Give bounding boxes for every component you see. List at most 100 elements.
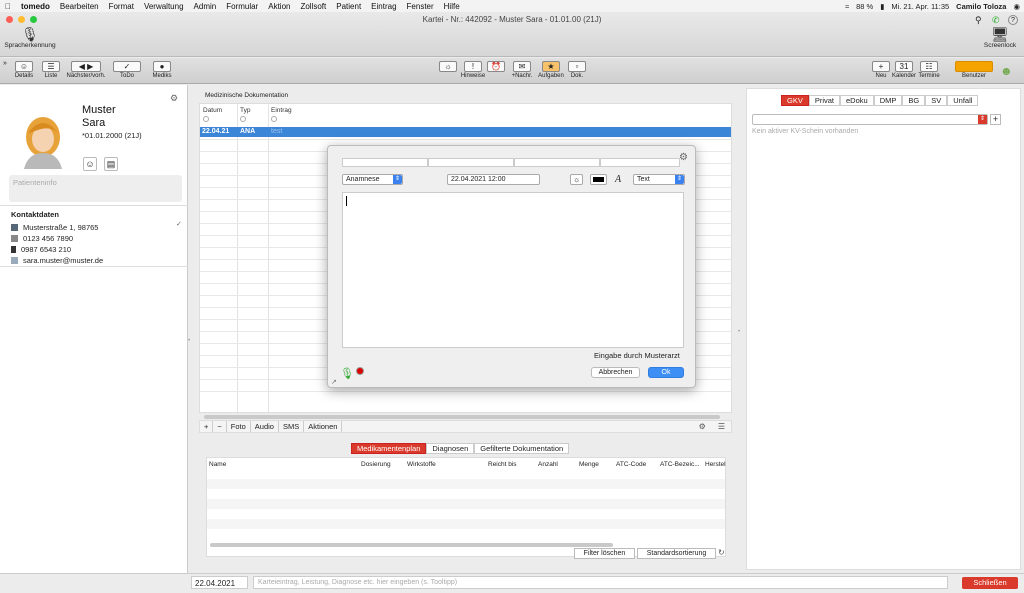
toolbar-details[interactable]: ☺ Details xyxy=(12,61,36,79)
sms-button[interactable]: SMS xyxy=(279,421,305,432)
toolbar-sun[interactable]: ☼ xyxy=(437,61,459,73)
col-atc-bezeichnung[interactable]: ATC-Bezeic... xyxy=(660,461,700,468)
close-button[interactable]: Schließen xyxy=(962,577,1018,589)
contact-phone[interactable]: 0123 456 7890 xyxy=(11,234,73,243)
entry-type-select[interactable]: Anamnese ⇕ xyxy=(342,174,403,185)
screenlock-button[interactable]: 🖥 Screenlock xyxy=(978,26,1022,49)
aktionen-button[interactable]: Aktionen xyxy=(304,421,343,432)
contact-email[interactable]: sara.muster@muster.de xyxy=(11,256,103,265)
splitter-handle-icon[interactable]: • xyxy=(738,329,740,335)
toolbar-hinweise[interactable]: ! Hinweise xyxy=(459,61,487,79)
filter-eintrag[interactable] xyxy=(271,116,277,122)
table-row[interactable] xyxy=(207,479,725,489)
col-reicht-bis[interactable]: Reicht bis xyxy=(488,461,517,468)
kv-schein-select[interactable]: ⇕ xyxy=(752,114,988,125)
horizontal-scrollbar[interactable] xyxy=(204,415,720,419)
settings-icon[interactable]: ☼ xyxy=(570,174,583,185)
menu-verwaltung[interactable]: Verwaltung xyxy=(139,2,189,11)
toolbar-aufgaben[interactable]: ★ Aufgaben xyxy=(536,61,566,79)
tab-unfall[interactable]: Unfall xyxy=(947,95,979,106)
contact-address[interactable]: Musterstraße 1, 98765 xyxy=(11,223,98,232)
user-avatar-icon[interactable]: ☻ xyxy=(1000,64,1013,78)
menu-bearbeiten[interactable]: Bearbeiten xyxy=(55,2,104,11)
table-row[interactable] xyxy=(207,519,725,529)
col-anzahl[interactable]: Anzahl xyxy=(538,461,558,468)
tab-segment-1[interactable] xyxy=(342,158,428,167)
toolbar-mediks[interactable]: ● Mediks xyxy=(150,61,174,79)
spracherkennung-button[interactable]: 🎙 Spracherkennung xyxy=(4,26,56,49)
filter-typ[interactable] xyxy=(240,116,246,122)
filter-loeschen-button[interactable]: Filter löschen xyxy=(574,548,635,559)
settings-gear-icon[interactable]: ⚙ xyxy=(170,93,178,104)
toolbar-neu[interactable]: + Neu xyxy=(872,61,890,79)
add-kv-icon[interactable]: + xyxy=(990,114,1001,125)
patient-info-field[interactable]: Patienteninfo xyxy=(9,175,182,202)
microphone-icon[interactable]: 🎙 xyxy=(340,367,354,380)
menu-eintrag[interactable]: Eintrag xyxy=(366,2,401,11)
tab-privat[interactable]: Privat xyxy=(808,95,841,106)
tab-sv[interactable]: SV xyxy=(925,95,948,106)
font-icon[interactable]: A xyxy=(615,174,621,185)
menu-app[interactable]: tomedo xyxy=(16,2,55,11)
tab-diagnosen[interactable]: Diagnosen xyxy=(426,443,475,454)
remove-entry-button[interactable]: − xyxy=(213,421,227,432)
col-hersteller[interactable]: Herstel xyxy=(705,461,726,468)
tab-medikamentenplan[interactable]: Medikamentenplan xyxy=(351,443,427,454)
filter-datum[interactable] xyxy=(203,116,209,122)
add-entry-button[interactable]: + xyxy=(200,421,214,432)
col-dosierung[interactable]: Dosierung xyxy=(361,461,391,468)
menu-hilfe[interactable]: Hilfe xyxy=(439,2,465,11)
battery-label[interactable]: 88 % xyxy=(856,2,873,11)
toolbar-nachr[interactable]: ✉ +Nachr. xyxy=(508,61,536,79)
audio-button[interactable]: Audio xyxy=(251,421,279,432)
resize-icon[interactable]: ↗ xyxy=(331,378,337,386)
toolbar-expand-icon[interactable]: » xyxy=(3,60,7,67)
tab-segment-2[interactable] xyxy=(428,158,514,167)
toolbar-dok[interactable]: ▫ Dok. xyxy=(567,61,587,79)
entry-textarea[interactable] xyxy=(342,192,684,348)
menu-patient[interactable]: Patient xyxy=(331,2,366,11)
table-row-selected[interactable]: 22.04.21 ANA test xyxy=(200,127,731,137)
patient-details-icon[interactable]: ☺ xyxy=(83,157,97,171)
toolbar-termine[interactable]: ☷ Termine xyxy=(916,61,942,79)
record-button[interactable] xyxy=(356,367,364,375)
refresh-icon[interactable]: ↻ xyxy=(718,548,725,557)
tab-segment-3[interactable] xyxy=(514,158,600,167)
tab-edoku[interactable]: eDoku xyxy=(840,95,874,106)
apple-icon[interactable]:  xyxy=(0,2,16,11)
menu-format[interactable]: Format xyxy=(104,2,139,11)
col-atc-code[interactable]: ATC-Code xyxy=(616,461,646,468)
phone-icon[interactable]: ✆ xyxy=(992,15,1000,26)
dialog-settings-gear-icon[interactable]: ⚙ xyxy=(679,152,688,163)
toolbar-benutzer[interactable]: Benutzer xyxy=(953,61,995,79)
edit-contact-icon[interactable]: ✓ xyxy=(176,220,182,228)
standardsortierung-button[interactable]: Standardsortierung xyxy=(637,548,716,559)
horizontal-scrollbar[interactable] xyxy=(210,543,613,547)
menu-fenster[interactable]: Fenster xyxy=(402,2,439,11)
col-datum[interactable]: Datum xyxy=(203,107,222,114)
tab-gkv[interactable]: GKV xyxy=(781,95,809,106)
col-menge[interactable]: Menge xyxy=(579,461,599,468)
datetime-field[interactable]: 22.04.2021 12:00 xyxy=(447,174,540,185)
col-eintrag[interactable]: Eintrag xyxy=(271,107,292,114)
color-picker-button[interactable] xyxy=(590,174,607,185)
search-icon[interactable]: ⚲ xyxy=(975,15,982,26)
user-label[interactable]: Camilo Toloza xyxy=(956,2,1006,11)
menu-zollsoft[interactable]: Zollsoft xyxy=(295,2,331,11)
battery-icon[interactable]: ▮ xyxy=(880,2,884,11)
splitter-handle-icon[interactable]: • xyxy=(188,338,190,344)
menu-formular[interactable]: Formular xyxy=(221,2,263,11)
help-icon[interactable]: ? xyxy=(1008,15,1018,25)
col-wirkstoffe[interactable]: Wirkstoffe xyxy=(407,461,436,468)
tab-bg[interactable]: BG xyxy=(902,95,926,106)
menu-aktion[interactable]: Aktion xyxy=(263,2,295,11)
contact-mobile[interactable]: 0987 6543 210 xyxy=(11,245,71,254)
tab-dmp[interactable]: DMP xyxy=(873,95,903,106)
clipboard-icon[interactable]: ▤ xyxy=(104,157,118,171)
tab-segment-4[interactable] xyxy=(600,158,680,167)
toolbar-kalender[interactable]: 31 Kalender xyxy=(890,61,918,79)
entry-date-field[interactable]: 22.04.2021 xyxy=(191,576,248,589)
toolbar-liste[interactable]: ☰ Liste xyxy=(41,61,61,79)
foto-button[interactable]: Foto xyxy=(227,421,251,432)
toolbar-todo[interactable]: ✓ ToDo xyxy=(112,61,142,79)
